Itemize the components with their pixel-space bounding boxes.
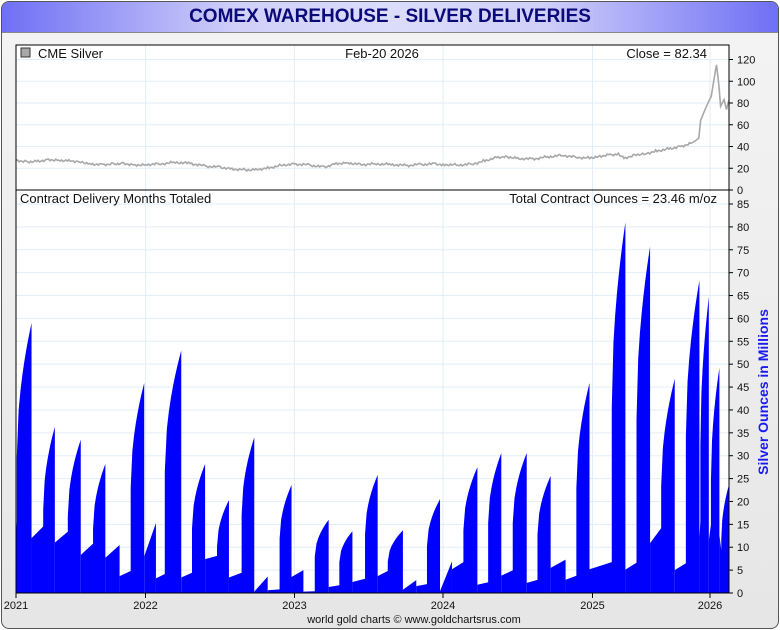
- close-label: Close = 82.34: [626, 46, 707, 61]
- y-tick-label-top: 60: [737, 120, 749, 132]
- y-tick-label: 35: [737, 428, 749, 440]
- date-label: Feb-20 2026: [345, 46, 419, 61]
- y-tick-label-top: 20: [737, 163, 749, 175]
- total-ounces-label: Total Contract Ounces = 23.46 m/oz: [509, 191, 717, 206]
- y-tick-label-top: 120: [737, 55, 755, 67]
- y-tick-label-top: 80: [737, 98, 749, 110]
- y-tick-label: 85: [737, 199, 749, 211]
- x-tick-label: 2022: [133, 600, 157, 612]
- y-tick-label: 80: [737, 222, 749, 234]
- y-tick-label: 75: [737, 245, 749, 257]
- y-tick-label: 55: [737, 336, 749, 348]
- x-tick-label: 2023: [282, 600, 306, 612]
- y-tick-label: 40: [737, 405, 749, 417]
- y-tick-label-top: 100: [737, 76, 755, 88]
- y-tick-label-top: 0: [737, 185, 743, 197]
- y-tick-label: 0: [737, 588, 743, 600]
- x-tick-label: 2024: [431, 600, 455, 612]
- y-tick-label: 20: [737, 496, 749, 508]
- y-tick-label: 65: [737, 291, 749, 303]
- x-tick-label: 2026: [698, 600, 722, 612]
- y-tick-label: 60: [737, 313, 749, 325]
- y-tick-label: 30: [737, 451, 749, 463]
- chart-canvas: 0510152025303540455055606570758085020406…: [4, 44, 771, 626]
- y-tick-label: 15: [737, 519, 749, 531]
- y-tick-label: 70: [737, 268, 749, 280]
- y-tick-label: 5: [737, 565, 743, 577]
- x-tick-label: 2021: [4, 600, 28, 612]
- y-tick-label: 10: [737, 542, 749, 554]
- legend-cme-silver: CME Silver: [38, 46, 104, 61]
- y-tick-label: 45: [737, 382, 749, 394]
- y-tick-label-top: 40: [737, 142, 749, 154]
- footer-credit: world gold charts © www.goldchartsrus.co…: [306, 614, 521, 626]
- y-axis-title: Silver Ounces in Millions: [755, 309, 771, 475]
- bottom-panel-title: Contract Delivery Months Totaled: [20, 191, 211, 206]
- x-tick-label: 2025: [580, 600, 604, 612]
- y-tick-label: 25: [737, 474, 749, 486]
- gray-square-icon: [20, 47, 31, 58]
- y-tick-label: 50: [737, 359, 749, 371]
